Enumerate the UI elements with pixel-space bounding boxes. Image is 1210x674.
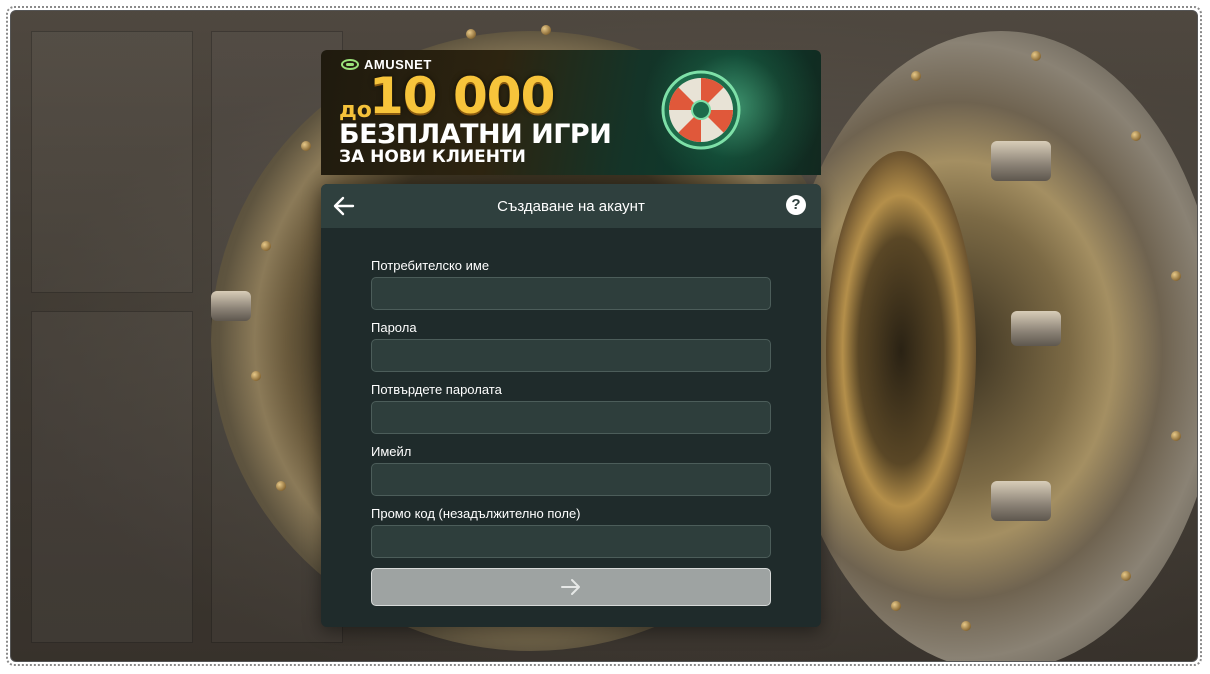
confirm-password-input[interactable] [371,401,771,434]
username-field-group: Потребителско име [371,258,771,310]
vault-bolt [211,291,251,321]
wall-panel [31,311,193,643]
confirm-password-label: Потвърдете паролата [371,382,502,397]
vault-wheel [826,151,976,551]
promo-code-field-group: Промо код (незадължително поле) [371,506,771,558]
confirm-password-field-group: Потвърдете паролата [371,382,771,434]
password-label: Парола [371,320,417,335]
rivet [891,601,901,611]
rivet [541,25,551,35]
signup-form: Потребителско име Парола Потвърдете паро… [321,228,821,606]
submit-button[interactable] [371,568,771,606]
panel-header: Създаване на акаунт ? [321,184,821,228]
rivet [1131,131,1141,141]
promo-code-input[interactable] [371,525,771,558]
email-label: Имейл [371,444,412,459]
rivet [1171,271,1181,281]
rivet [261,241,271,251]
promo-amount: 10 000 [369,67,555,125]
rivet [1171,431,1181,441]
registration-modal: AMUSNET до 10 000 БЕЗПЛАТНИ ИГРИ ЗА НОВИ… [321,50,821,627]
username-input[interactable] [371,277,771,310]
email-input[interactable] [371,463,771,496]
vault-bolt [1011,311,1061,346]
arrow-right-icon [561,579,580,595]
rivet [911,71,921,81]
rivet [301,141,311,151]
brand-mark-icon [341,59,359,70]
promo-headline: БЕЗПЛАТНИ ИГРИ [339,119,612,150]
wall-panel [31,31,193,293]
vault-bolt [991,141,1051,181]
rivet [251,371,261,381]
rivet [961,621,971,631]
username-label: Потребителско име [371,258,490,273]
promo-code-label: Промо код (незадължително поле) [371,506,581,521]
promo-banner[interactable]: AMUSNET до 10 000 БЕЗПЛАТНИ ИГРИ ЗА НОВИ… [321,50,821,175]
rivet [466,29,476,39]
email-field-group: Имейл [371,444,771,496]
arrow-left-icon[interactable] [331,193,357,219]
password-input[interactable] [371,339,771,372]
promo-subline: ЗА НОВИ КЛИЕНТИ [339,147,526,167]
signup-panel: Създаване на акаунт ? Потребителско име … [321,184,821,627]
rivet [1031,51,1041,61]
fortune-wheel-icon [661,70,741,150]
vault-bolt [991,481,1051,521]
rivet [276,481,286,491]
password-field-group: Парола [371,320,771,372]
help-icon[interactable]: ? [786,195,806,215]
page-title: Създаване на акаунт [497,197,645,215]
rivet [1121,571,1131,581]
